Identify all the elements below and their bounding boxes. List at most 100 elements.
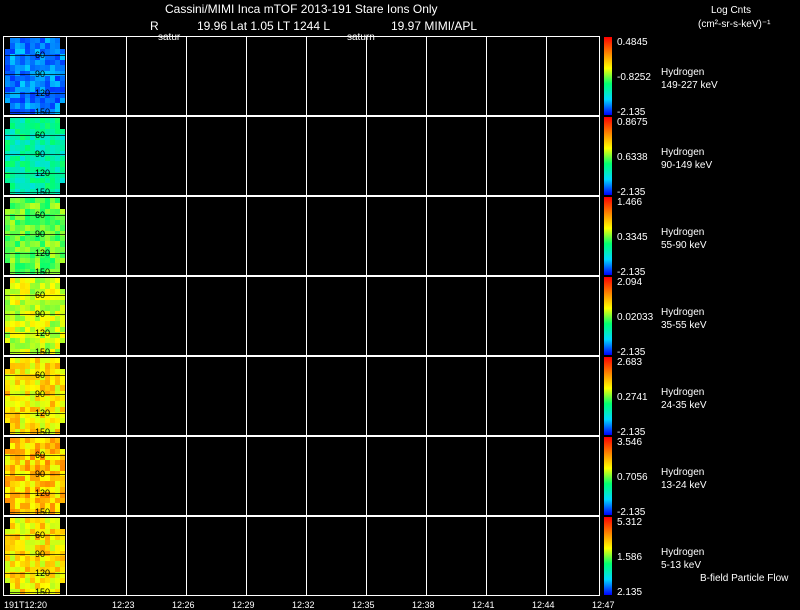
time-gridline (546, 36, 547, 116)
b-field-flow-label: B-field Particle Flow (700, 573, 789, 584)
energy-range-label: 90-149 keV (661, 160, 713, 171)
colorbar (604, 437, 612, 515)
time-gridline (306, 356, 307, 436)
panel-frame (3, 36, 600, 116)
colorbar-mid-label: 0.3345 (617, 232, 648, 243)
time-gridline (126, 276, 127, 356)
time-gridline (486, 276, 487, 356)
time-gridline (546, 116, 547, 196)
time-gridline (66, 196, 67, 276)
time-gridline (366, 196, 367, 276)
colorbar (604, 517, 612, 595)
panel-frame (3, 276, 600, 356)
colorbar (604, 37, 612, 115)
colorbar (604, 117, 612, 195)
time-gridline (126, 196, 127, 276)
units-label-1: Log Cnts (711, 5, 752, 16)
time-gridline (306, 116, 307, 196)
spectrogram-panel: 60 90 120 150 (3, 516, 600, 597)
colorbar (604, 197, 612, 275)
time-gridline (186, 36, 187, 116)
time-gridline (246, 516, 247, 596)
panel-legend: Hydrogen 5-13 keV (661, 546, 704, 572)
colorbar (604, 277, 612, 355)
time-gridline (66, 436, 67, 516)
pitch-angle-tick-label: 60 (35, 530, 46, 540)
time-gridline (186, 436, 187, 516)
pitch-angle-tick-label: 150 (35, 587, 51, 597)
spectrogram-panel: 60 90 120 150 (3, 196, 600, 277)
pitch-angle-tick-label: 90 (35, 549, 46, 559)
energy-range-label: 149-227 keV (661, 80, 718, 91)
pitch-angle-tick-label: 120 (35, 168, 51, 178)
time-gridline (426, 276, 427, 356)
time-gridline (306, 436, 307, 516)
energy-range-label: 55-90 keV (661, 240, 707, 251)
spectrogram-panel: 60 90 120 150 (3, 116, 600, 197)
pitch-angle-tick-label: 120 (35, 248, 51, 258)
time-gridline (366, 356, 367, 436)
time-gridline (546, 276, 547, 356)
panel-frame (3, 116, 600, 196)
colorbar-max-label: 0.8675 (617, 117, 648, 128)
time-gridline (486, 516, 487, 596)
l-value-readout: 19.97 MIMI/APL (391, 19, 478, 33)
units-label-2: (cm²-sr-s-keV)⁻¹ (698, 19, 771, 30)
r-label: R (150, 19, 159, 33)
time-gridline (126, 36, 127, 116)
pitch-angle-tick-label: 90 (35, 389, 46, 399)
pitch-angle-tick-label: 120 (35, 568, 51, 578)
time-gridline (306, 36, 307, 116)
colorbar-max-label: 2.683 (617, 357, 643, 368)
time-gridline (426, 116, 427, 196)
chart-title: Cassini/MIMI Inca mTOF 2013-191 Stare Io… (165, 2, 438, 16)
species-label: Hydrogen (661, 227, 705, 238)
pitch-angle-tick-label: 60 (35, 290, 46, 300)
pitch-angle-tick-label: 120 (35, 328, 51, 338)
species-label: Hydrogen (661, 67, 705, 78)
time-gridline (366, 276, 367, 356)
time-gridline (246, 276, 247, 356)
time-gridline (366, 436, 367, 516)
time-gridline (366, 36, 367, 116)
colorbar-mid-label: 0.7056 (617, 472, 648, 483)
time-gridline (486, 36, 487, 116)
spectrogram-panel: 60 90 120 150 (3, 276, 600, 357)
time-gridline (126, 116, 127, 196)
colorbar-min-label: 2.135 (617, 587, 643, 598)
pitch-angle-tick-label: 90 (35, 229, 46, 239)
time-gridline (66, 36, 67, 116)
time-gridline (486, 196, 487, 276)
colorbar-max-label: 0.4845 (617, 37, 648, 48)
time-gridline (246, 356, 247, 436)
spectrogram-panel: 60 90 120 150 (3, 356, 600, 437)
time-gridline (126, 356, 127, 436)
species-label: Hydrogen (661, 307, 705, 318)
colorbar (604, 357, 612, 435)
pitch-angle-tick-label: 120 (35, 408, 51, 418)
pitch-angle-tick-label: 60 (35, 370, 46, 380)
time-gridline (306, 276, 307, 356)
time-gridline (186, 116, 187, 196)
pitch-angle-tick-label: 120 (35, 488, 51, 498)
colorbar-max-label: 2.094 (617, 277, 643, 288)
time-gridline (486, 436, 487, 516)
species-label: Hydrogen (661, 547, 705, 558)
time-gridline (306, 196, 307, 276)
pitch-angle-tick-label: 60 (35, 50, 46, 60)
panel-legend: Hydrogen 90-149 keV (661, 146, 712, 172)
time-gridline (486, 356, 487, 436)
time-gridline (486, 116, 487, 196)
time-gridline (186, 516, 187, 596)
time-gridline (246, 116, 247, 196)
panel-frame (3, 356, 600, 436)
time-gridline (246, 436, 247, 516)
time-gridline (186, 196, 187, 276)
panel-frame (3, 196, 600, 276)
time-gridline (366, 516, 367, 596)
pitch-angle-tick-label: 90 (35, 69, 46, 79)
time-gridline (426, 516, 427, 596)
time-gridline (246, 36, 247, 116)
energy-range-label: 13-24 keV (661, 480, 707, 491)
species-label: Hydrogen (661, 147, 705, 158)
